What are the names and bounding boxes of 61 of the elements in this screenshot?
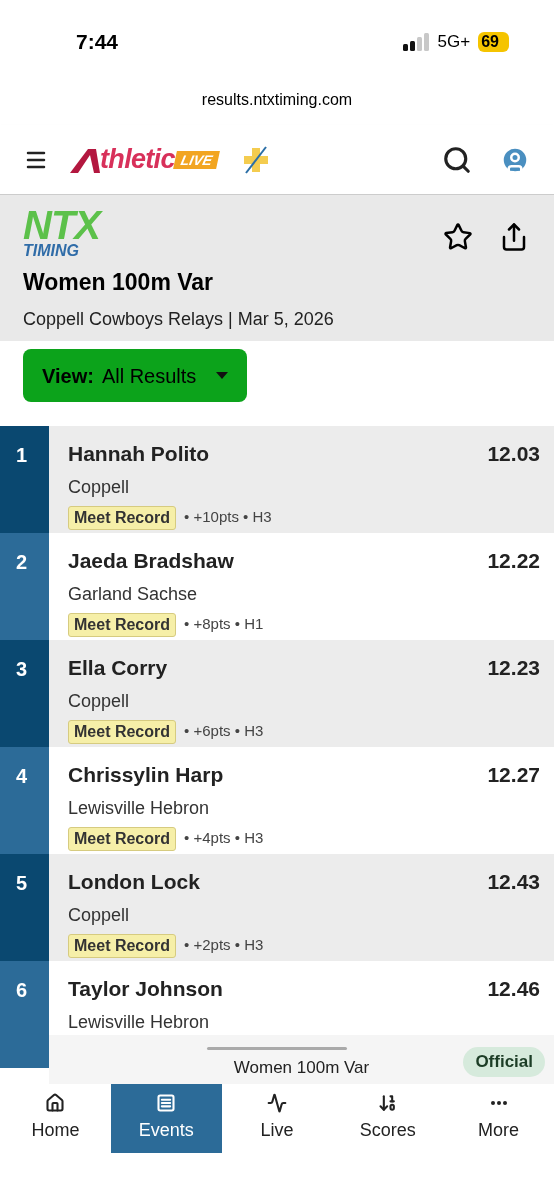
plus-icon (241, 145, 270, 174)
result-meta: • +2pts • H3 (184, 935, 264, 956)
athlete-name: London Lock (68, 869, 200, 895)
battery-indicator: 69 (478, 31, 509, 52)
result-time: 12.03 (487, 441, 540, 467)
timing-logo: NTX TIMING (23, 207, 133, 259)
team-name: Lewisville Hebron (68, 1010, 211, 1034)
nav-tab[interactable]: Scores (332, 1084, 444, 1153)
result-meta: • +8pts • H1 (184, 614, 264, 635)
team-name: Coppell (68, 689, 131, 713)
result-meta: • +4pts • H3 (184, 828, 264, 849)
result-time: 12.27 (487, 762, 540, 788)
record-badge: Meet Record (68, 719, 177, 744)
rank-cell: 6 (0, 961, 49, 1068)
result-meta: • +6pts • H3 (184, 721, 264, 742)
result-time: 12.43 (487, 869, 540, 895)
record-badge: Meet Record (68, 933, 177, 958)
team-name: Coppell (68, 903, 131, 927)
nav-tab[interactable]: Live (221, 1084, 333, 1153)
search-icon[interactable] (442, 144, 472, 175)
more-icon (490, 1101, 507, 1105)
rank-cell: 5 (0, 854, 49, 961)
athlete-name: Jaeda Bradshaw (68, 548, 234, 574)
network-label: 5G+ (437, 30, 471, 53)
record-badge: Meet Record (68, 826, 177, 851)
team-name: Garland Sachse (68, 582, 199, 606)
live-icon (267, 1093, 287, 1113)
scores-icon (377, 1093, 398, 1113)
status-bar-title: Women 100m Var (233, 1056, 370, 1079)
nav-tab[interactable]: More (443, 1084, 554, 1153)
team-name: Lewisville Hebron (68, 796, 211, 820)
rank-cell: 2 (0, 533, 49, 640)
athlete-name: Hannah Polito (68, 441, 210, 467)
athlete-name: Ella Corry (68, 655, 168, 681)
team-name: Coppell (68, 475, 131, 499)
record-badge: Meet Record (68, 505, 177, 530)
record-badge: Meet Record (68, 612, 177, 637)
athlete-name: Taylor Johnson (68, 976, 223, 1002)
site-logo[interactable]: thletic LIVE (70, 146, 218, 173)
event-status-bar[interactable]: Women 100m Var Official (49, 1035, 554, 1084)
signal-icon (402, 32, 430, 51)
view-dropdown[interactable]: View: All Results (23, 349, 248, 402)
nav-tab[interactable]: Events (110, 1084, 222, 1153)
result-time: 12.23 (487, 655, 540, 681)
clock: 7:44 (76, 28, 119, 55)
official-badge: Official (463, 1047, 545, 1077)
rank-cell: 1 (0, 426, 49, 533)
event-title: Women 100m Var (23, 268, 215, 297)
result-meta: • +10pts • H3 (184, 507, 272, 528)
event-subtitle: Coppell Cowboys Relays | Mar 5, 2026 (23, 307, 334, 331)
result-time: 12.22 (487, 548, 540, 574)
rank-cell: 3 (0, 640, 49, 747)
caret-icon (216, 372, 229, 379)
rank-cell: 4 (0, 747, 49, 854)
url-text[interactable]: results.ntxtiming.com (201, 88, 353, 112)
home-icon (45, 1093, 66, 1113)
result-time: 12.46 (487, 976, 540, 1002)
athlete-name: Chrissylin Harp (68, 762, 224, 788)
events-icon (156, 1093, 177, 1113)
favorite-icon[interactable] (443, 222, 473, 252)
nav-tab[interactable]: Home (0, 1084, 111, 1153)
